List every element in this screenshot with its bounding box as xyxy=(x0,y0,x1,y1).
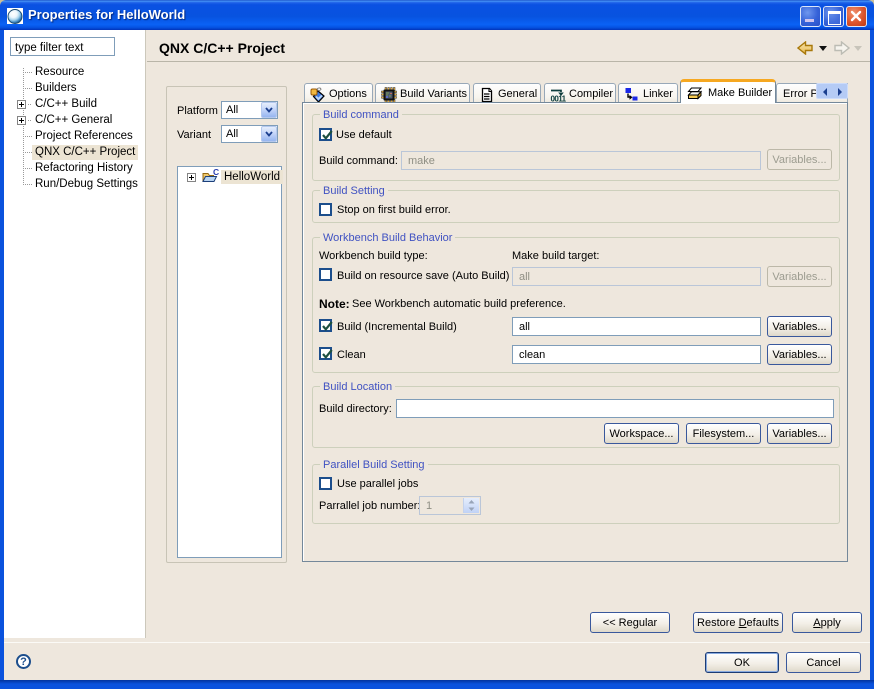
svg-text:C: C xyxy=(213,169,219,177)
